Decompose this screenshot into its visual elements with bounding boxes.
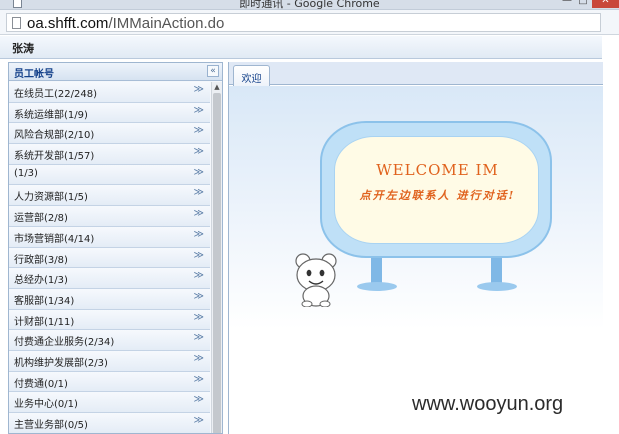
- expand-chevron-icon[interactable]: ≫: [194, 394, 204, 405]
- expand-chevron-icon[interactable]: ≫: [194, 125, 204, 136]
- department-label: 主营业务部(0/5): [14, 420, 88, 431]
- department-label: 计财部(1/11): [14, 316, 75, 328]
- department-group[interactable]: 系统运维部(1/9) ≫: [9, 102, 210, 124]
- url-text: oa.shfft.com/IMMainAction.do: [27, 14, 224, 33]
- expand-chevron-icon[interactable]: ≫: [194, 229, 204, 240]
- expand-chevron-icon[interactable]: ≫: [194, 187, 204, 198]
- department-label: 总经办(1/3): [14, 275, 68, 287]
- employee-sidebar: 员工帐号 « 在线员工(22/248) ≫ 系统运维部(1/9) ≫ 风险合规部(2…: [8, 62, 223, 434]
- window-title: 即时通讯 - Google Chrome: [239, 0, 380, 10]
- main-panel: 欢迎 WELCOME IM 点开左边联系人 进行对话!: [228, 62, 603, 434]
- department-label: 付费通(0/1): [14, 378, 68, 390]
- current-user-name: 张涛: [12, 42, 34, 55]
- expand-chevron-icon[interactable]: ≫: [194, 146, 204, 157]
- expand-chevron-icon[interactable]: ≫: [194, 270, 204, 281]
- sidebar-header: 员工帐号 «: [9, 63, 222, 81]
- expand-chevron-icon[interactable]: ≫: [194, 415, 204, 426]
- expand-chevron-icon[interactable]: ≫: [194, 332, 204, 343]
- expand-chevron-icon[interactable]: ≫: [194, 84, 204, 95]
- department-group[interactable]: 行政部(3/8) ≫: [9, 247, 210, 269]
- department-label: (1/3): [14, 167, 38, 179]
- department-group[interactable]: 机构维护发展部(2/3) ≫: [9, 350, 210, 372]
- expand-chevron-icon[interactable]: ≫: [194, 250, 204, 261]
- department-group[interactable]: 总经办(1/3) ≫: [9, 268, 210, 289]
- page-icon: [12, 17, 21, 29]
- expand-chevron-icon[interactable]: ≫: [194, 167, 204, 178]
- tab-strip: 欢迎: [229, 62, 603, 86]
- browser-window: 即时通讯 - Google Chrome — □ ✕ oa.shfft.com/…: [0, 0, 619, 434]
- department-group[interactable]: 客服部(1/34) ≫: [9, 288, 210, 310]
- welcome-board: WELCOME IM 点开左边联系人 进行对话!: [320, 121, 552, 258]
- department-label: 人力资源部(1/5): [14, 192, 88, 204]
- tab-welcome[interactable]: 欢迎: [233, 65, 270, 86]
- department-group[interactable]: 运营部(2/8) ≫: [9, 206, 210, 227]
- scroll-up-icon[interactable]: ▲: [212, 82, 222, 92]
- expand-chevron-icon[interactable]: ≫: [194, 312, 204, 323]
- url-path: /IMMainAction.do: [108, 15, 225, 32]
- welcome-subtitle: 点开左边联系人 进行对话!: [359, 189, 516, 202]
- scroll-thumb[interactable]: [213, 93, 221, 433]
- department-group[interactable]: 风险合规部(2/10) ≫: [9, 123, 210, 145]
- close-button[interactable]: ✕: [592, 0, 619, 8]
- department-group[interactable]: 人力资源部(1/5) ≫: [9, 185, 210, 207]
- sidebar-title: 员工帐号: [14, 69, 54, 80]
- department-label: 客服部(1/34): [14, 295, 75, 307]
- department-group[interactable]: 计财部(1/11) ≫: [9, 309, 210, 331]
- department-label: 运营部(2/8): [14, 213, 68, 225]
- department-group[interactable]: (1/3) ≫: [9, 164, 210, 186]
- department-label: 风险合规部(2/10): [14, 130, 95, 142]
- board-foot-left: [357, 282, 397, 291]
- board-foot-right: [477, 282, 517, 291]
- tab-label: 欢迎: [241, 74, 262, 85]
- expand-chevron-icon[interactable]: ≫: [194, 105, 204, 116]
- title-bar: 即时通讯 - Google Chrome — □ ✕: [0, 0, 619, 10]
- maximize-button[interactable]: □: [576, 0, 590, 8]
- expand-chevron-icon[interactable]: ≫: [194, 291, 204, 302]
- department-group[interactable]: 市场营销部(4/14) ≫: [9, 226, 210, 248]
- mascot-icon: [295, 253, 337, 307]
- expand-chevron-icon[interactable]: ≫: [194, 208, 204, 219]
- department-group[interactable]: 付费通企业服务(2/34) ≫: [9, 330, 210, 351]
- watermark: www.wooyun.org: [412, 393, 564, 415]
- department-group[interactable]: 主营业务部(0/5) ≫: [9, 413, 210, 433]
- department-list: 在线员工(22/248) ≫ 系统运维部(1/9) ≫ 风险合规部(2/10) ≫ 系…: [9, 82, 210, 433]
- welcome-board-panel: WELCOME IM 点开左边联系人 进行对话!: [334, 136, 539, 244]
- collapse-sidebar-icon[interactable]: «: [207, 65, 219, 77]
- address-bar: oa.shfft.com/IMMainAction.do: [0, 10, 619, 35]
- department-label: 系统开发部(1/57): [14, 151, 95, 163]
- expand-chevron-icon[interactable]: ≫: [194, 374, 204, 385]
- minimize-button[interactable]: —: [560, 0, 574, 8]
- sidebar-scrollbar[interactable]: ▲: [211, 82, 222, 433]
- department-label: 行政部(3/8): [14, 254, 68, 266]
- expand-chevron-icon[interactable]: ≫: [194, 353, 204, 364]
- department-label: 系统运维部(1/9): [14, 109, 88, 121]
- department-label: 付费通企业服务(2/34): [14, 337, 115, 349]
- user-bar: 张涛: [0, 36, 602, 59]
- department-label: 机构维护发展部(2/3): [14, 357, 108, 369]
- url-host: oa.shfft.com: [27, 15, 109, 32]
- url-field[interactable]: oa.shfft.com/IMMainAction.do: [6, 13, 601, 32]
- welcome-title: WELCOME IM: [376, 161, 499, 179]
- department-label: 在线员工(22/248): [14, 89, 97, 100]
- welcome-content: WELCOME IM 点开左边联系人 进行对话!: [229, 86, 603, 434]
- department-group[interactable]: 付费通(0/1) ≫: [9, 371, 210, 393]
- department-label: 市场营销部(4/14): [14, 233, 95, 245]
- department-group[interactable]: 业务中心(0/1) ≫: [9, 392, 210, 413]
- department-group[interactable]: 在线员工(22/248) ≫: [9, 82, 210, 103]
- department-group[interactable]: 系统开发部(1/57) ≫: [9, 144, 210, 165]
- department-label: 业务中心(0/1): [14, 399, 78, 411]
